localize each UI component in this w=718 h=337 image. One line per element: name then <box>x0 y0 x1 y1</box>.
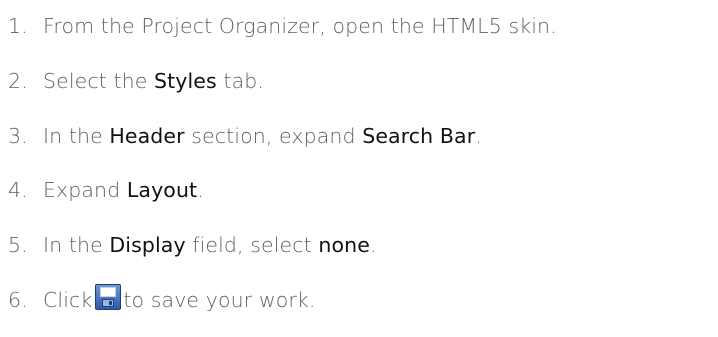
step-text: section, expand <box>184 124 363 148</box>
step-text: Expand <box>43 178 127 202</box>
step-6: 6. Click to save your work. <box>8 280 316 320</box>
step-number: 5. <box>8 233 28 257</box>
ui-term-header: Header <box>109 124 185 148</box>
step-5: 5. In the Display field, select none. <box>8 225 377 265</box>
step-text: tab. <box>216 69 264 93</box>
step-text: Select the <box>43 69 155 93</box>
step-text: In the <box>43 233 110 257</box>
step-text: . <box>197 178 204 202</box>
step-4: 4. Expand Layout. <box>8 170 204 210</box>
step-text: From the Project Organizer, open the HTM… <box>43 14 557 38</box>
step-1: 1. From the Project Organizer, open the H… <box>8 6 557 46</box>
step-number: 1. <box>8 14 28 38</box>
step-3: 3. In the Header section, expand Search B… <box>8 116 482 156</box>
step-number: 2. <box>8 69 28 93</box>
ui-term-styles: Styles <box>154 69 217 93</box>
save-icon <box>95 284 122 310</box>
ui-term-search-bar: Search Bar <box>362 124 476 148</box>
ui-term-layout: Layout <box>126 178 198 202</box>
procedure-steps: 1. From the Project Organizer, open the H… <box>0 0 718 337</box>
step-text: In the <box>43 124 110 148</box>
step-text: Click <box>43 288 93 312</box>
step-number: 3. <box>8 124 28 148</box>
ui-term-display: Display <box>109 233 186 257</box>
step-2: 2. Select the Styles tab. <box>8 61 264 101</box>
ui-term-none: none <box>318 233 370 257</box>
step-text: . <box>475 124 482 148</box>
step-text: to save your work. <box>123 288 316 312</box>
step-number: 6. <box>8 288 28 312</box>
step-text: . <box>369 233 377 257</box>
step-text: field, select <box>185 233 319 257</box>
step-number: 4. <box>8 178 28 202</box>
